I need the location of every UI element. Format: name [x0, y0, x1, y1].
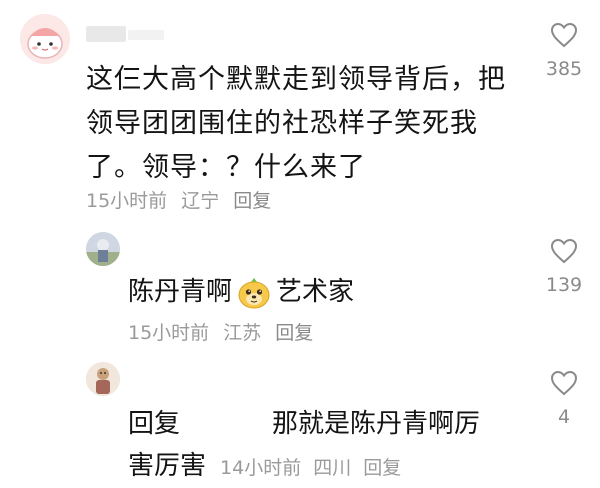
reply-author-name[interactable]: 陈丹青啊 — [128, 272, 232, 312]
reply-button[interactable]: 回复 — [275, 322, 313, 344]
like-button[interactable]: 385 — [540, 22, 588, 80]
reply-meta: 14小时前 四川 回复 — [220, 448, 413, 488]
photo-avatar-icon[interactable] — [86, 232, 120, 266]
reply-author-line: 陈丹青啊 艺术家 — [128, 272, 354, 312]
cartoon-blob-avatar-icon[interactable] — [20, 14, 70, 64]
like-button[interactable]: 4 — [540, 370, 588, 428]
reply-location: 江苏 — [223, 322, 262, 344]
illustration-avatar-icon[interactable] — [86, 362, 120, 396]
heart-icon[interactable] — [550, 22, 578, 48]
reply-button[interactable]: 回复 — [233, 190, 271, 212]
reply-location: 四川 — [313, 457, 352, 479]
heart-icon[interactable] — [550, 370, 578, 396]
reply-text-line1: 那就是陈丹青啊厉 — [272, 409, 481, 439]
like-button[interactable]: 139 — [540, 238, 588, 296]
heart-icon[interactable] — [550, 238, 578, 264]
reply-meta: 15小时前 江苏 回复 — [128, 318, 327, 345]
comment-text: 这仨大高个默默走到领导背后，把领导团团围住的社恐样子笑死我了。领导：？什么来了 — [86, 64, 506, 183]
comment-time: 15小时前 — [86, 190, 168, 212]
like-count: 139 — [545, 274, 583, 296]
like-count: 4 — [557, 406, 571, 428]
reply-text: 回复 那就是陈丹青啊厉 — [128, 404, 480, 444]
reply-time: 15小时前 — [128, 322, 210, 344]
reply-author-title: 艺术家 — [276, 277, 355, 307]
reply-button[interactable]: 回复 — [363, 457, 401, 479]
reply-prefix: 回复 — [128, 409, 181, 439]
reply-time: 14小时前 — [220, 457, 302, 479]
username-blurred[interactable] — [86, 26, 126, 42]
reply-text-continued: 害厉害 14小时前 四川 回复 — [128, 446, 413, 488]
username-blurred-secondary — [128, 30, 164, 40]
reply-text-line2: 害厉害 — [128, 451, 207, 481]
like-count: 385 — [545, 58, 583, 80]
comment-meta: 15小时前 辽宁 回复 — [86, 186, 285, 213]
dog-face-emoji-icon — [236, 274, 272, 310]
comment-location: 辽宁 — [181, 190, 220, 212]
